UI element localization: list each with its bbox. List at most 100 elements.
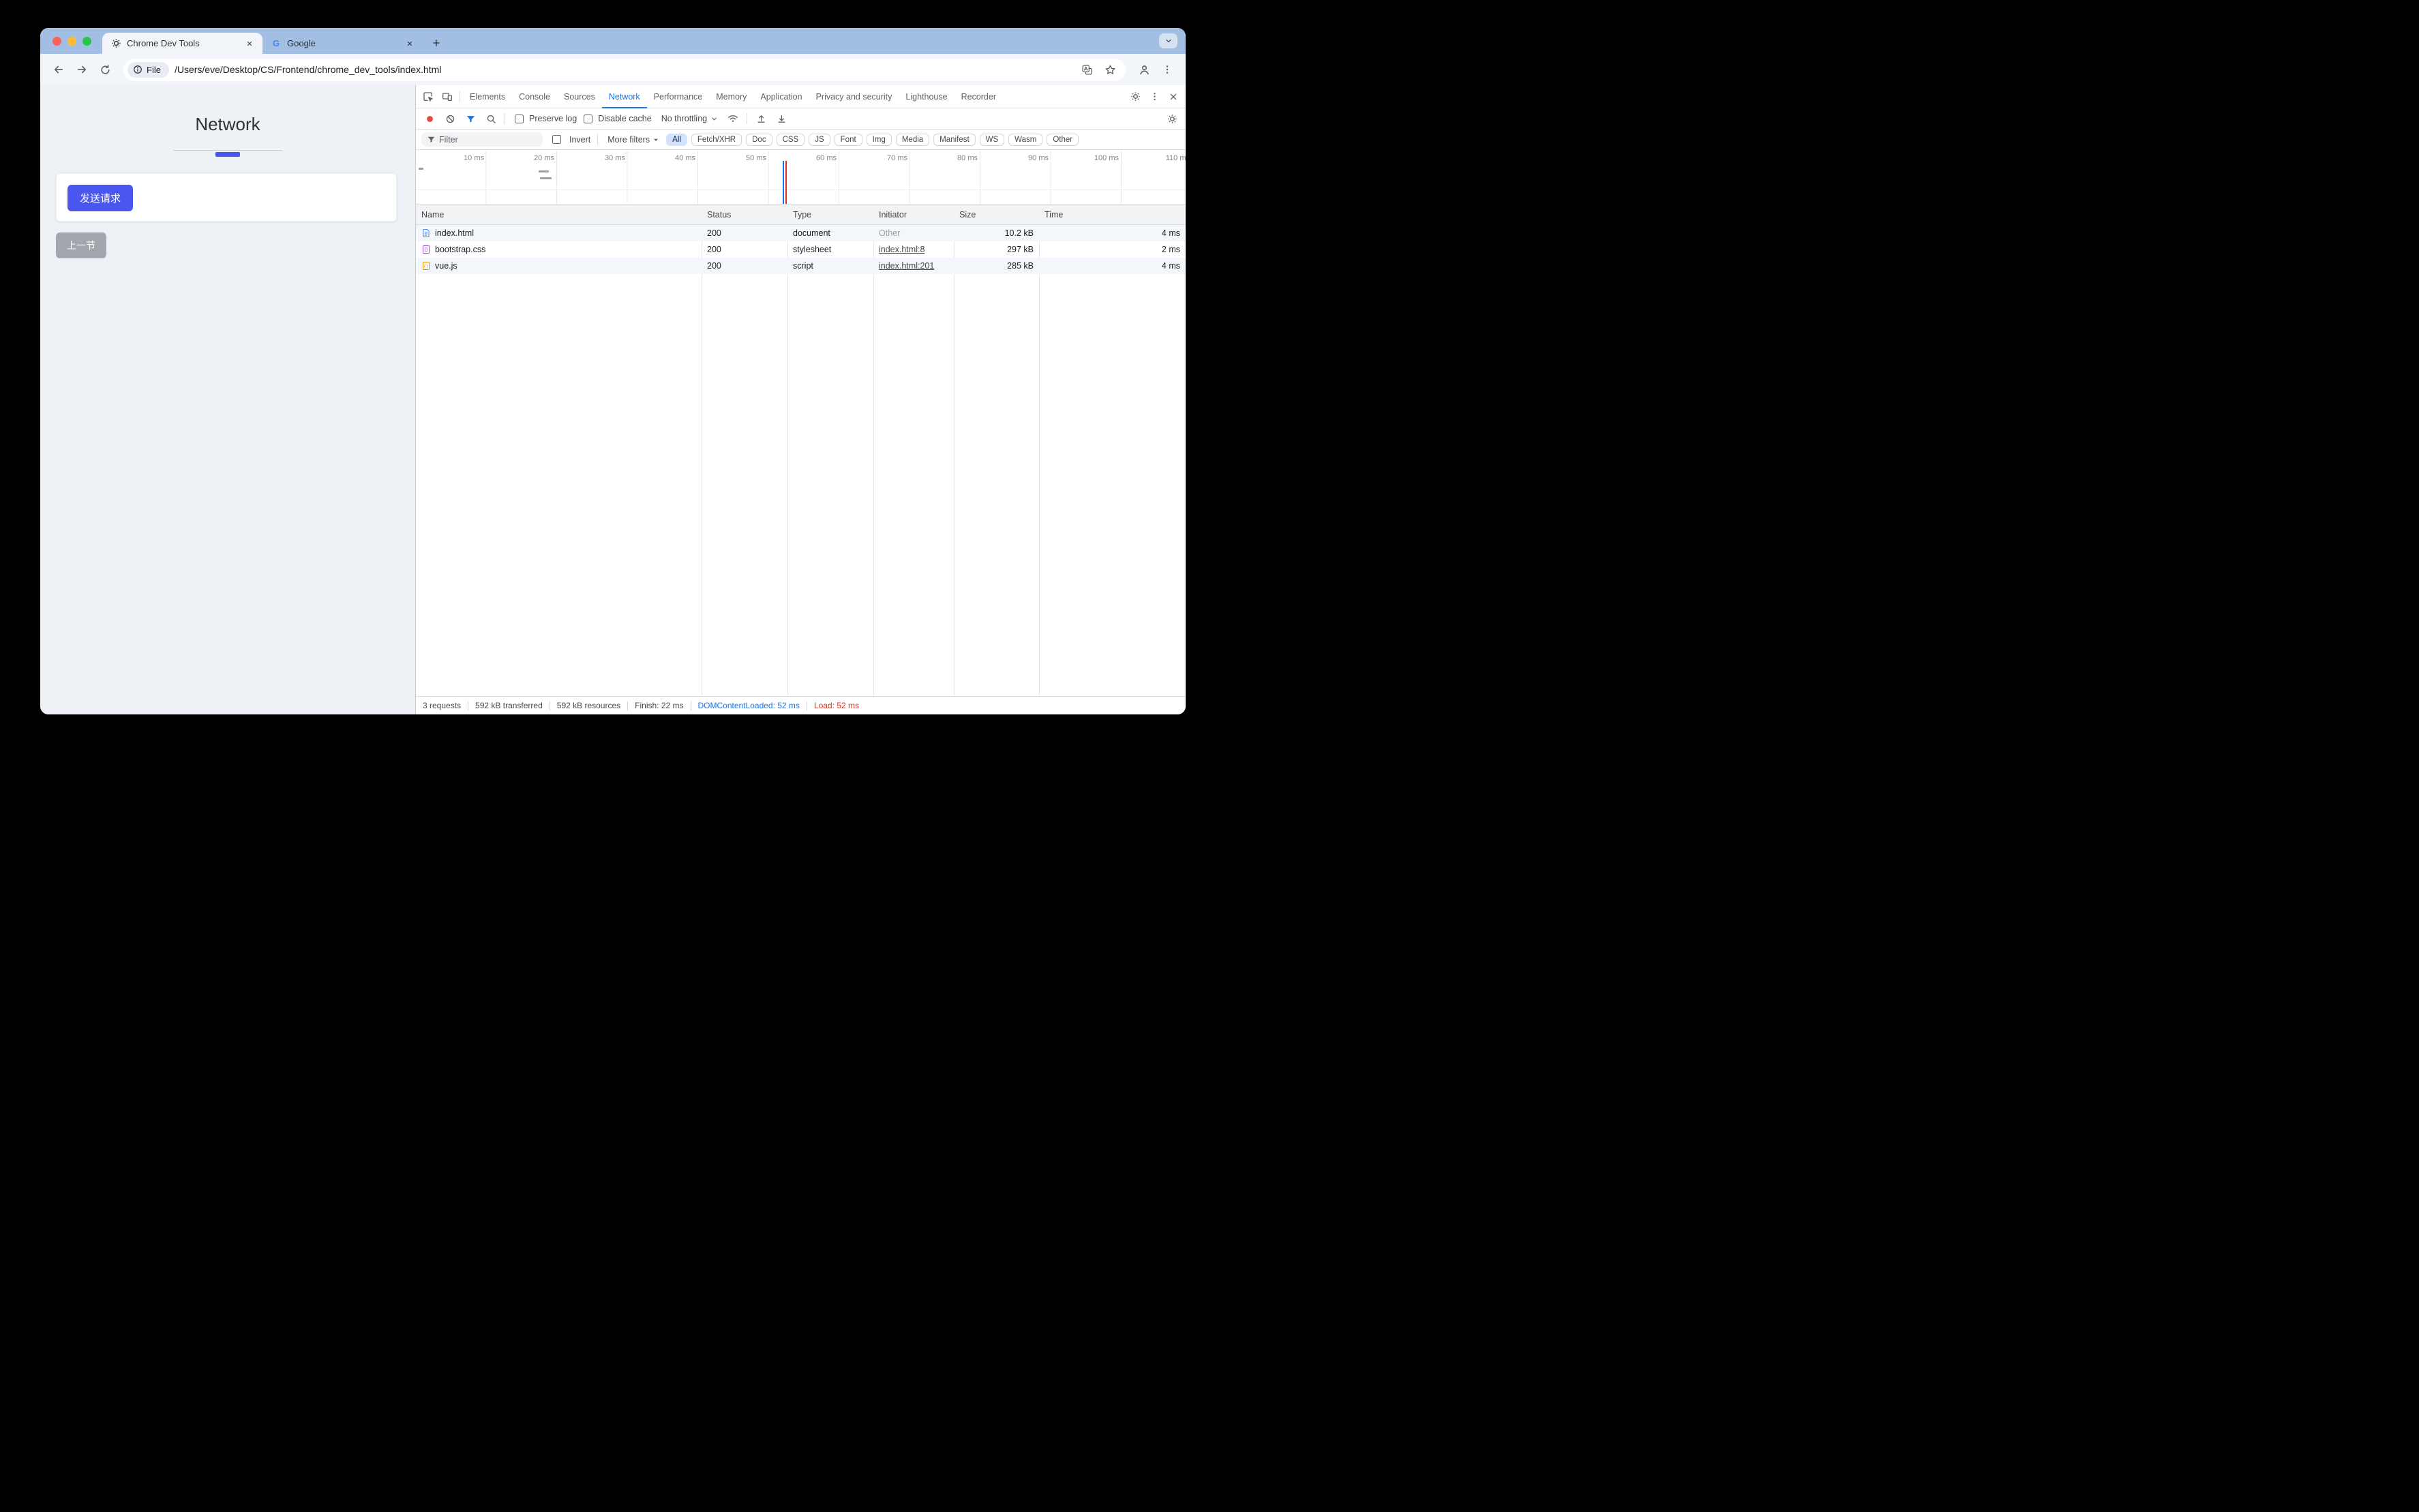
devtools-settings-gear-icon[interactable]	[1126, 89, 1145, 105]
column-header-initiator[interactable]: Initiator	[873, 210, 954, 220]
preserve-log-checkbox[interactable]	[515, 115, 524, 123]
device-toolbar-icon[interactable]	[438, 89, 457, 105]
new-tab-button[interactable]	[427, 33, 446, 52]
browser-toolbar: File /Users/eve/Desktop/CS/Frontend/chro…	[40, 54, 1186, 85]
column-divider[interactable]	[1039, 205, 1040, 696]
timeline-tick-label: 30 ms	[557, 154, 625, 162]
column-header-time[interactable]: Time	[1039, 210, 1186, 220]
devtools-tab-sources[interactable]: Sources	[557, 85, 602, 108]
devtools-tab-lighthouse[interactable]: Lighthouse	[899, 85, 954, 108]
filter-chip-css[interactable]: CSS	[777, 134, 805, 146]
filter-chip-doc[interactable]: Doc	[746, 134, 772, 146]
inspect-element-icon[interactable]	[419, 89, 438, 105]
filter-chip-img[interactable]: Img	[867, 134, 892, 146]
throttling-select[interactable]: No throttling	[653, 114, 722, 123]
export-har-icon[interactable]	[772, 110, 791, 127]
address-bar-url[interactable]: /Users/eve/Desktop/CS/Frontend/chrome_de…	[175, 64, 1072, 75]
disable-cache-checkbox[interactable]	[584, 115, 592, 123]
translate-icon[interactable]	[1078, 61, 1096, 78]
network-request-row[interactable]: {} bootstrap.css 200 stylesheet index.ht…	[416, 241, 1186, 258]
waterfall-bar	[540, 177, 552, 179]
devtools-panel: Elements Console Sources Network Perform…	[415, 85, 1186, 714]
tab-close-icon[interactable]	[243, 37, 256, 50]
tab-search-button[interactable]	[1159, 33, 1177, 48]
network-request-row[interactable]: ( ) vue.js 200 script index.html:201 285…	[416, 258, 1186, 274]
google-favicon-icon: G	[271, 38, 282, 49]
window-minimize-button[interactable]	[67, 37, 76, 46]
devtools-tab-recorder[interactable]: Recorder	[955, 85, 1003, 108]
devtools-tab-network[interactable]: Network	[602, 85, 647, 108]
column-divider[interactable]	[787, 205, 788, 696]
browser-tab-chrome-dev-tools[interactable]: Chrome Dev Tools	[102, 33, 262, 54]
previous-section-button[interactable]: 上一节	[56, 232, 106, 258]
network-overview-timeline[interactable]: 10 ms 20 ms 30 ms 40 ms 50 ms 60 ms 70 m…	[416, 150, 1186, 205]
filter-chip-media[interactable]: Media	[896, 134, 929, 146]
devtools-tab-privacy-and-security[interactable]: Privacy and security	[809, 85, 899, 108]
column-divider[interactable]	[873, 205, 874, 696]
column-header-type[interactable]: Type	[787, 210, 873, 220]
back-button[interactable]	[48, 59, 69, 80]
file-badge-label: File	[147, 65, 161, 75]
record-network-log-icon[interactable]	[420, 110, 439, 127]
throttling-value: No throttling	[661, 114, 707, 123]
info-icon	[133, 65, 142, 74]
column-header-name[interactable]: Name	[416, 210, 702, 220]
devtools-tab-application[interactable]: Application	[753, 85, 809, 108]
window-zoom-button[interactable]	[82, 37, 91, 46]
tab-title: Google	[287, 38, 398, 48]
column-header-status[interactable]: Status	[702, 210, 787, 220]
filter-chip-ws[interactable]: WS	[980, 134, 1005, 146]
filter-input[interactable]	[439, 135, 528, 145]
bookmark-star-icon[interactable]	[1101, 61, 1119, 78]
profile-avatar[interactable]	[1134, 59, 1154, 80]
devtools-tab-memory[interactable]: Memory	[709, 85, 753, 108]
request-initiator-link[interactable]: index.html:8	[879, 245, 925, 254]
filter-chip-js[interactable]: JS	[809, 134, 830, 146]
window-content: Network 发送请求 上一节 Elements	[40, 85, 1186, 714]
browser-menu-kebab-icon[interactable]	[1157, 59, 1177, 80]
request-initiator-link[interactable]: index.html:201	[879, 261, 934, 271]
column-divider[interactable]	[954, 205, 955, 696]
network-status-bar: 3 requests 592 kB transferred 592 kB res…	[416, 696, 1186, 714]
devtools-close-icon[interactable]	[1164, 89, 1183, 105]
request-status: 200	[702, 245, 787, 254]
load-time: Load: 52 ms	[814, 701, 859, 710]
network-settings-gear-icon[interactable]	[1162, 110, 1182, 127]
more-filters-button[interactable]: More filters	[605, 135, 662, 145]
request-size: 297 kB	[954, 245, 1039, 254]
browser-tab-google[interactable]: G Google	[262, 33, 423, 54]
devtools-tab-elements[interactable]: Elements	[463, 85, 512, 108]
devtools-favicon-icon	[110, 38, 121, 49]
site-info-chip[interactable]: File	[127, 62, 169, 78]
waterfall-bar	[419, 168, 423, 170]
search-icon[interactable]	[481, 110, 500, 127]
window-close-button[interactable]	[52, 37, 61, 46]
filter-chip-fetch-xhr[interactable]: Fetch/XHR	[691, 134, 742, 146]
filter-chip-font[interactable]: Font	[835, 134, 862, 146]
devtools-menu-kebab-icon[interactable]	[1145, 89, 1164, 105]
filter-funnel-icon[interactable]	[461, 110, 480, 127]
dom-content-loaded-marker	[783, 161, 784, 204]
filter-chip-wasm[interactable]: Wasm	[1008, 134, 1042, 146]
filter-chip-all[interactable]: All	[666, 134, 687, 146]
network-request-row[interactable]: index.html 200 document Other 10.2 kB 4 …	[416, 225, 1186, 241]
column-header-size[interactable]: Size	[954, 210, 1039, 220]
clear-network-log-icon[interactable]	[440, 110, 460, 127]
import-har-icon[interactable]	[751, 110, 770, 127]
tab-close-icon[interactable]	[404, 37, 416, 50]
filter-chip-other[interactable]: Other	[1047, 134, 1079, 146]
address-bar[interactable]: File /Users/eve/Desktop/CS/Frontend/chro…	[123, 59, 1126, 81]
devtools-tab-console[interactable]: Console	[512, 85, 557, 108]
filter-chip-manifest[interactable]: Manifest	[933, 134, 975, 146]
script-file-icon: ( )	[421, 261, 431, 271]
devtools-tab-performance[interactable]: Performance	[647, 85, 710, 108]
forward-button[interactable]	[72, 59, 92, 80]
request-type: stylesheet	[787, 245, 873, 254]
invert-checkbox[interactable]	[552, 135, 561, 144]
request-size: 285 kB	[954, 261, 1039, 271]
filter-funnel-small-icon	[427, 135, 436, 144]
filter-field[interactable]	[421, 132, 543, 147]
reload-button[interactable]	[95, 59, 115, 80]
send-request-button[interactable]: 发送请求	[67, 185, 133, 211]
network-conditions-icon[interactable]	[723, 110, 742, 127]
